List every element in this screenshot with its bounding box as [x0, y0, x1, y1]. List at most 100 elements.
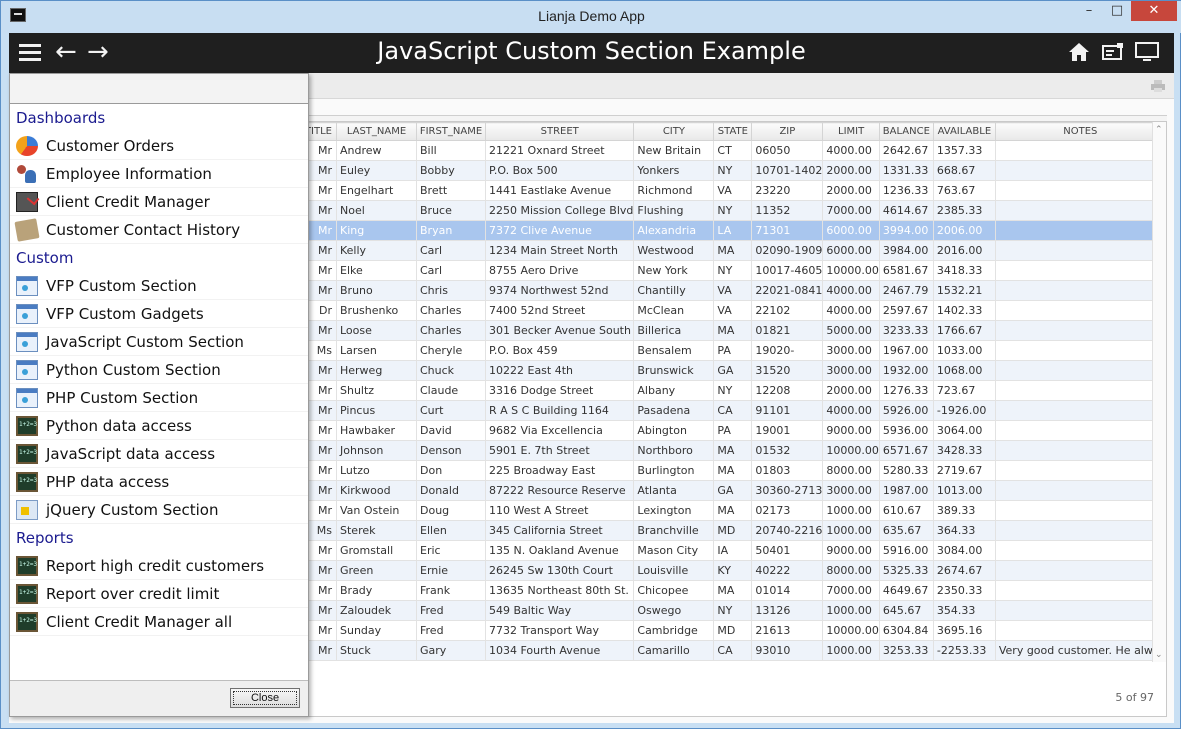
table-cell[interactable]: 19020- [751, 340, 824, 361]
table-cell[interactable]: 6581.67 [878, 260, 934, 281]
table-cell[interactable]: GA [713, 480, 753, 501]
table-cell[interactable]: New Britain [633, 140, 715, 161]
table-cell[interactable]: 02090-1909 [751, 240, 824, 261]
table-cell[interactable]: Noel [336, 200, 417, 221]
table-cell[interactable]: Chris [416, 280, 486, 301]
table-cell[interactable]: New York [633, 260, 715, 281]
table-cell[interactable]: 3064.00 [932, 420, 996, 441]
table-cell[interactable]: 01821 [751, 320, 824, 341]
table-cell[interactable]: 2674.67 [932, 560, 996, 581]
table-cell[interactable]: Chuck [416, 360, 486, 381]
table-cell[interactable]: Branchville [633, 520, 715, 541]
table-cell[interactable]: David [416, 420, 486, 441]
table-cell[interactable]: VA [713, 280, 753, 301]
table-cell[interactable]: P.O. Box 500 [484, 160, 635, 181]
table-cell[interactable]: 4000.00 [822, 400, 880, 421]
sidebar-item[interactable]: Python data access [10, 412, 308, 440]
table-cell[interactable]: Andrew [336, 140, 417, 161]
table-cell[interactable]: 10017-4605 [751, 260, 824, 281]
table-cell[interactable]: 6000.00 [822, 220, 880, 241]
table-cell[interactable]: Northboro [633, 440, 715, 461]
table-cell[interactable]: 10000.00 [822, 620, 880, 641]
table-cell[interactable]: McClean [633, 300, 715, 321]
table-cell[interactable]: Pincus [336, 400, 417, 421]
table-cell[interactable]: NY [713, 600, 753, 621]
vertical-scrollbar[interactable]: ⌃ ⌄ [1152, 122, 1166, 662]
table-cell[interactable]: 12208 [751, 380, 824, 401]
sidebar-item[interactable]: Employee Information [10, 160, 308, 188]
column-header[interactable]: STREET [484, 122, 635, 141]
table-cell[interactable]: Lutzo [336, 460, 417, 481]
table-cell[interactable]: 5916.00 [878, 540, 934, 561]
sidebar-item[interactable]: Report over credit limit [10, 580, 308, 608]
table-cell[interactable]: Bruce [416, 200, 486, 221]
table-cell[interactable]: 9000.00 [822, 420, 880, 441]
table-cell[interactable]: 02173 [751, 500, 824, 521]
table-cell[interactable]: Bill [416, 140, 486, 161]
sidebar-item[interactable]: PHP data access [10, 468, 308, 496]
table-cell[interactable]: 1000.00 [822, 520, 880, 541]
table-cell[interactable]: 610.67 [878, 500, 934, 521]
table-cell[interactable]: NY [713, 380, 753, 401]
table-cell[interactable]: 10701-1402 [751, 160, 824, 181]
table-cell[interactable]: 7372 Clive Avenue [484, 220, 635, 241]
table-cell[interactable]: 2250 Mission College Blvd [484, 200, 635, 221]
table-cell[interactable]: 354.33 [932, 600, 996, 621]
table-cell[interactable]: CA [713, 640, 753, 661]
table-cell[interactable]: 21221 Oxnard Street [484, 140, 635, 161]
table-cell[interactable]: CT [713, 140, 753, 161]
sidebar-item[interactable]: Customer Contact History [10, 216, 308, 244]
table-cell[interactable]: 5000.00 [822, 320, 880, 341]
table-cell[interactable]: 7732 Transport Way [484, 620, 635, 641]
table-cell[interactable]: VA [713, 300, 753, 321]
table-cell[interactable] [994, 360, 1166, 381]
table-cell[interactable]: 364.33 [932, 520, 996, 541]
table-cell[interactable]: 1000.00 [822, 600, 880, 621]
table-cell[interactable]: 40222 [751, 560, 824, 581]
table-cell[interactable]: MA [713, 580, 753, 601]
table-cell[interactable]: 01532 [751, 440, 824, 461]
table-cell[interactable]: Louisville [633, 560, 715, 581]
sidebar-item[interactable]: Customer Orders [10, 132, 308, 160]
table-cell[interactable] [994, 340, 1166, 361]
table-cell[interactable]: Chantilly [633, 280, 715, 301]
sidebar-item[interactable]: Report high credit customers [10, 552, 308, 580]
table-cell[interactable] [994, 160, 1166, 181]
table-cell[interactable]: Alexandria [633, 220, 715, 241]
table-cell[interactable]: 19001 [751, 420, 824, 441]
table-cell[interactable] [994, 460, 1166, 481]
table-cell[interactable]: 2642.67 [878, 140, 934, 161]
table-cell[interactable]: 22102 [751, 300, 824, 321]
table-cell[interactable]: 87222 Resource Reserve [484, 480, 635, 501]
table-cell[interactable] [994, 420, 1166, 441]
table-cell[interactable]: 5325.33 [878, 560, 934, 581]
table-cell[interactable]: Bryan [416, 220, 486, 241]
table-cell[interactable]: LA [713, 220, 753, 241]
table-cell[interactable]: 13635 Northeast 80th St. [484, 580, 635, 601]
table-cell[interactable]: 3000.00 [822, 480, 880, 501]
table-cell[interactable]: 8755 Aero Drive [484, 260, 635, 281]
table-cell[interactable]: 3418.33 [932, 260, 996, 281]
table-cell[interactable]: Burlington [633, 460, 715, 481]
column-header[interactable]: NOTES [994, 122, 1166, 141]
table-cell[interactable]: Carl [416, 260, 486, 281]
table-cell[interactable]: Claude [416, 380, 486, 401]
table-cell[interactable]: 10000.00 [822, 440, 880, 461]
table-cell[interactable]: Loose [336, 320, 417, 341]
table-cell[interactable]: Frank [416, 580, 486, 601]
table-cell[interactable]: CA [713, 400, 753, 421]
table-cell[interactable]: Bensalem [633, 340, 715, 361]
maximize-button[interactable]: □ [1103, 1, 1131, 21]
table-cell[interactable]: 10000.00 [822, 260, 880, 281]
table-cell[interactable]: 723.67 [932, 380, 996, 401]
table-cell[interactable]: Very good customer. He alw... [994, 640, 1166, 661]
table-cell[interactable] [994, 240, 1166, 261]
table-cell[interactable]: 1766.67 [932, 320, 996, 341]
table-cell[interactable]: MA [713, 320, 753, 341]
table-cell[interactable]: PA [713, 340, 753, 361]
table-cell[interactable]: 1068.00 [932, 360, 996, 381]
table-cell[interactable]: Sunday [336, 620, 417, 641]
table-cell[interactable]: 1033.00 [932, 340, 996, 361]
table-cell[interactable]: 01803 [751, 460, 824, 481]
table-cell[interactable]: 4649.67 [878, 580, 934, 601]
